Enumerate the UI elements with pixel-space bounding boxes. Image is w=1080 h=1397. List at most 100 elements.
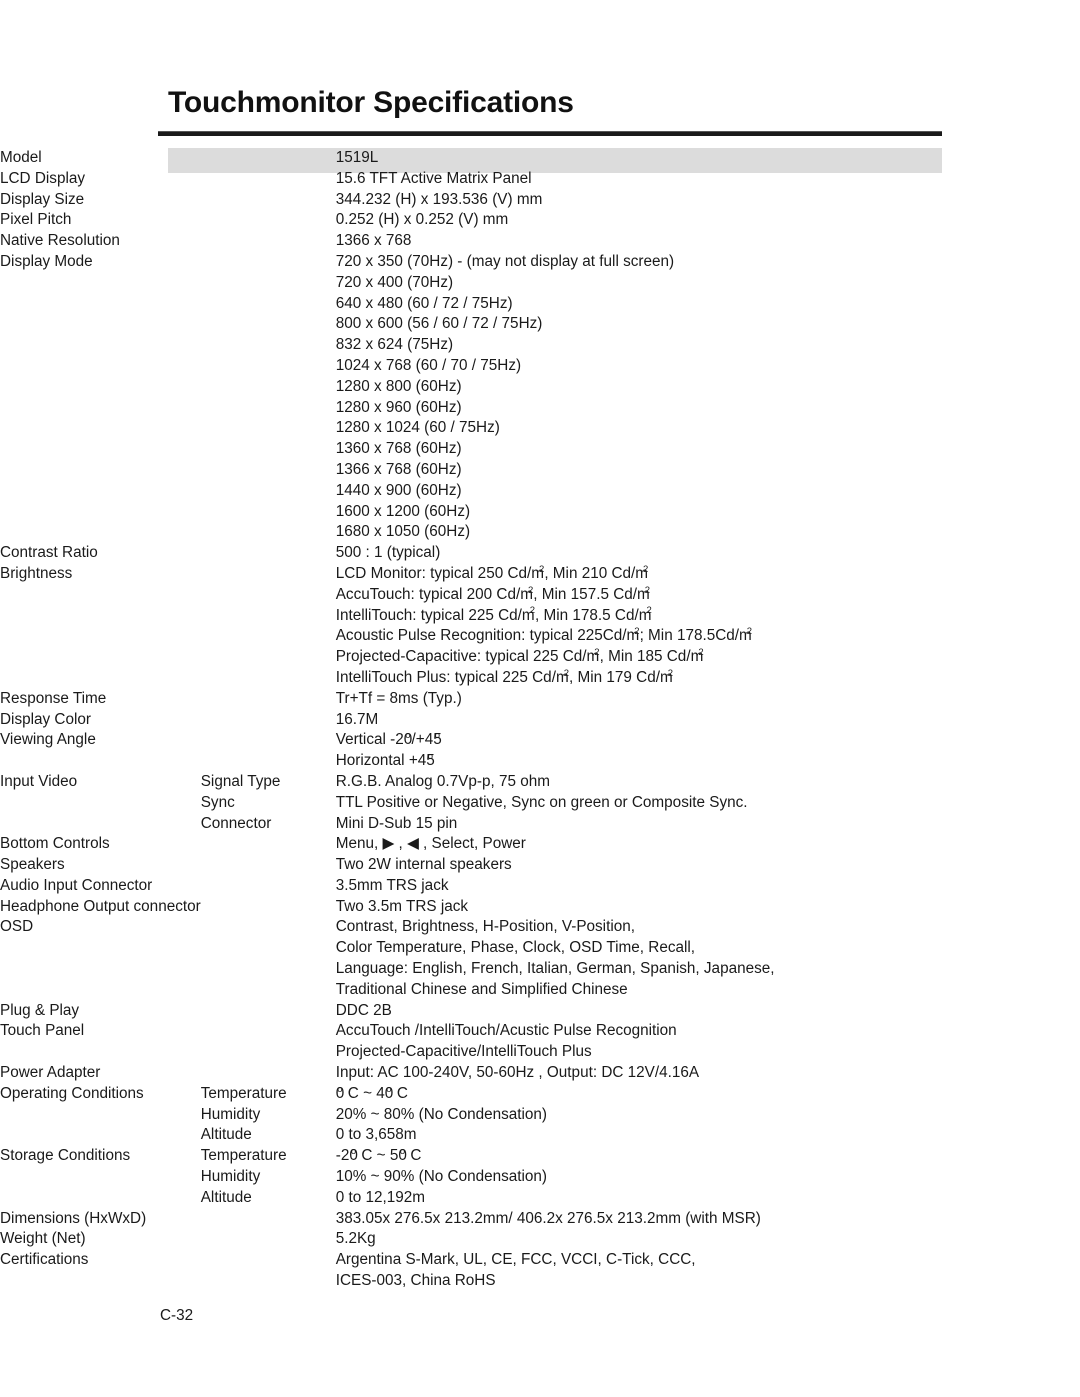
table-row: 1600 x 1200 (60Hz)	[0, 502, 1080, 523]
row-value: 0 to 12,192m	[335, 1188, 426, 1206]
row-label: Dimensions (HxWxD)	[0, 1209, 147, 1227]
row-label: LCD Display	[0, 169, 86, 187]
row-value: Acoustic Pulse Recognition: typical 225C…	[335, 626, 753, 645]
row-sublabel	[201, 897, 336, 918]
row-label	[0, 356, 201, 377]
row-label	[0, 668, 201, 689]
row-value: 0 to 3,658m	[335, 1126, 417, 1144]
row-sublabel	[201, 606, 336, 627]
row-label	[0, 1105, 201, 1126]
title-divider	[158, 131, 942, 136]
row-sublabel	[201, 917, 336, 938]
row-label	[0, 418, 201, 439]
row-sublabel	[201, 377, 336, 398]
row-label: OSD	[0, 918, 34, 936]
table-row: Touch Panel AccuTouch /IntelliTouch/Acust…	[0, 1021, 1080, 1042]
row-value: 1280 x 1024 (60 / 75Hz)	[335, 419, 500, 437]
degree-symbol: o	[427, 751, 434, 763]
degree-symbol: o	[405, 730, 411, 742]
degree-symbol: o	[337, 1083, 343, 1095]
row-label	[0, 502, 201, 523]
row-value: 16.7M	[335, 710, 379, 728]
table-row: Display Size 344.232 (H) x 193.536 (V) mm	[0, 190, 1080, 211]
row-label: Input Video	[0, 772, 78, 790]
table-row: Bottom Controls Menu, ▶ , ◀ , Select, Pow…	[0, 834, 1080, 855]
table-row: Certifications Argentina S-Mark, UL, CE, …	[0, 1250, 1080, 1271]
row-value: Mini D-Sub 15 pin	[335, 814, 458, 832]
row-value: 383.05x 276.5x 213.2mm/ 406.2x 276.5x 21…	[335, 1209, 761, 1227]
row-sublabel	[201, 876, 336, 897]
table-row: Viewing Angle Vertical -20o/+45o	[0, 730, 1080, 751]
row-label	[0, 439, 201, 460]
row-value: 1440 x 900 (60Hz)	[335, 481, 462, 499]
superscript-two: 2	[563, 667, 569, 679]
table-row: Humidity 10% ~ 90% (No Condensation)	[0, 1167, 1080, 1188]
row-label: Pixel Pitch	[0, 211, 72, 229]
row-sublabel	[201, 1042, 336, 1063]
table-row: IntelliTouch Plus: typical 225 Cd/m2, Mi…	[0, 668, 1080, 689]
table-row: 1280 x 1024 (60 / 75Hz)	[0, 418, 1080, 439]
row-value: 0o C ~ 40o C	[335, 1083, 408, 1102]
table-row: 800 x 600 (56 / 60 / 72 / 75Hz)	[0, 314, 1080, 335]
row-label	[0, 814, 201, 835]
row-label: Speakers	[0, 856, 65, 874]
row-label	[0, 980, 201, 1001]
page-title: Touchmonitor Specifications	[168, 86, 574, 119]
row-value: Horizontal +45o	[335, 751, 435, 770]
row-sublabel	[201, 522, 336, 543]
row-label: Display Size	[0, 190, 85, 208]
table-row: Plug & Play DDC 2B	[0, 1001, 1080, 1022]
table-row: Pixel Pitch 0.252 (H) x 0.252 (V) mm	[0, 210, 1080, 231]
row-sublabel	[201, 626, 336, 647]
superscript-two: 2	[594, 647, 600, 659]
row-sublabel	[201, 1250, 336, 1271]
row-value: Tr+Tf = 8ms (Typ.)	[335, 689, 462, 707]
row-sublabel	[201, 314, 336, 335]
row-value: IntelliTouch Plus: typical 225 Cd/m2, Mi…	[335, 667, 673, 686]
row-sublabel	[201, 1063, 336, 1084]
row-value: Language: English, French, Italian, Germ…	[335, 960, 775, 978]
superscript-two: 2	[698, 647, 704, 659]
row-sublabel	[201, 481, 336, 502]
row-sublabel	[201, 730, 336, 751]
row-label: Power Adapter	[0, 1064, 101, 1082]
row-sublabel	[201, 980, 336, 1001]
degree-symbol: o	[386, 1083, 392, 1095]
row-label	[0, 294, 201, 315]
row-value: 1366 x 768	[335, 232, 412, 250]
row-value: TTL Positive or Negative, Sync on green …	[335, 793, 748, 811]
row-value: Vertical -20o/+45o	[335, 730, 442, 749]
row-sublabel	[201, 210, 336, 231]
table-row: 1360 x 768 (60Hz)	[0, 439, 1080, 460]
row-value: AccuTouch /IntelliTouch/Acustic Pulse Re…	[335, 1022, 677, 1040]
row-sublabel	[201, 959, 336, 980]
row-label	[0, 335, 201, 356]
row-label	[0, 398, 201, 419]
superscript-two: 2	[634, 626, 640, 638]
superscript-two: 2	[644, 584, 651, 596]
row-sublabel	[201, 294, 336, 315]
row-value: 1680 x 1050 (60Hz)	[335, 523, 471, 541]
row-value: 344.232 (H) x 193.536 (V) mm	[335, 190, 543, 208]
row-value: 5.2Kg	[335, 1230, 376, 1248]
row-label: Plug & Play	[0, 1001, 80, 1019]
row-value: 640 x 480 (60 / 72 / 75Hz)	[335, 294, 513, 312]
row-label	[0, 377, 201, 398]
row-value: Traditional Chinese and Simplified Chine…	[335, 980, 628, 998]
row-label	[0, 585, 201, 606]
row-sublabel	[201, 1021, 336, 1042]
row-sublabel	[201, 689, 336, 710]
row-sublabel: Sync	[200, 793, 235, 811]
table-row: Contrast Ratio 500 : 1 (typical)	[0, 543, 1080, 564]
table-row: Traditional Chinese and Simplified Chine…	[0, 980, 1080, 1001]
row-label: Audio Input Connector	[0, 876, 153, 894]
superscript-two: 2	[529, 605, 535, 617]
row-sublabel	[201, 751, 336, 772]
row-sublabel	[201, 1271, 336, 1292]
table-row: Projected-Capacitive/IntelliTouch Plus	[0, 1042, 1080, 1063]
row-sublabel	[201, 1209, 336, 1230]
row-value: Color Temperature, Phase, Clock, OSD Tim…	[335, 939, 696, 957]
row-value: 1600 x 1200 (60Hz)	[335, 502, 471, 520]
row-sublabel	[201, 564, 336, 585]
row-value: Argentina S-Mark, UL, CE, FCC, VCCI, C-T…	[335, 1251, 696, 1269]
